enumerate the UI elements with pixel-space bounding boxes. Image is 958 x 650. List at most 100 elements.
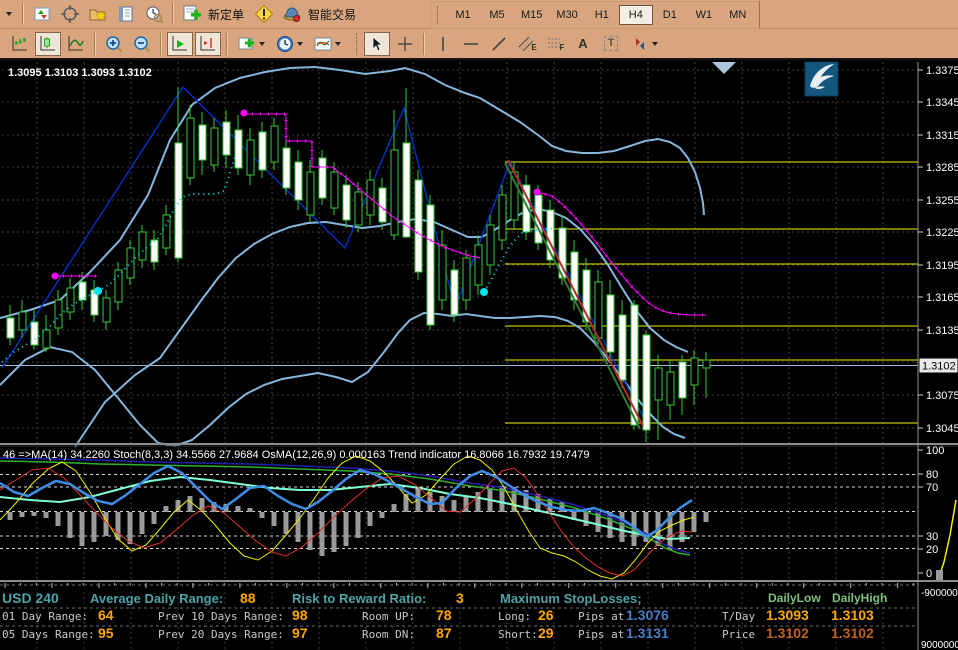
trailing-stop-dot	[534, 189, 541, 196]
price-axis-label: 1.3315	[926, 130, 958, 142]
osma-histogram-bar	[320, 512, 325, 556]
stats-scale-top-label: -9000000	[921, 588, 958, 599]
candle-body	[427, 205, 434, 325]
toolbar-overflow-dropdown-icon[interactable]	[1, 2, 17, 26]
oscillator-axis-label: 20	[926, 544, 938, 556]
expert-advisors-label[interactable]: 智能交易	[308, 6, 356, 23]
chart-canvas[interactable]: 1.33751.33451.33151.32851.32551.32251.31…	[0, 60, 958, 650]
candle-body	[211, 128, 218, 165]
timeframe-W1[interactable]: W1	[687, 5, 721, 25]
candle-body	[127, 248, 134, 278]
candle-body	[175, 143, 182, 258]
candle-body	[691, 358, 698, 385]
auto-scroll-button[interactable]	[167, 32, 193, 56]
cursor-button[interactable]	[364, 32, 390, 56]
candle-body	[199, 125, 206, 160]
candlestick-chart-button[interactable]	[35, 32, 61, 56]
candle-body	[55, 300, 62, 328]
candle-body	[475, 245, 482, 285]
chart-shift-button[interactable]	[195, 32, 221, 56]
candle-body	[163, 215, 170, 248]
arrows-button[interactable]	[626, 32, 662, 56]
candle-body	[679, 362, 686, 398]
timeframe-M15[interactable]: M15	[514, 5, 549, 25]
current-price-label: 1.3102	[922, 361, 956, 373]
chart-toolbar: E F A T	[0, 29, 958, 60]
oscillator-axis-label: 80	[926, 469, 938, 481]
osma-histogram-bar	[620, 512, 625, 542]
new-order-label[interactable]: 新定单	[208, 6, 244, 23]
crosshair-button[interactable]	[392, 32, 418, 56]
trailing-stop-line	[244, 114, 480, 258]
crosshair-target-icon[interactable]	[57, 2, 83, 26]
mt4-window: 新定单 智能交易 M1M5M15M30H1H4D1W1MN	[0, 0, 958, 650]
history-search-icon[interactable]	[141, 2, 167, 26]
line-chart-button[interactable]	[63, 32, 89, 56]
templates-button[interactable]	[309, 32, 345, 56]
osma-histogram-bar	[188, 496, 193, 512]
candle-body	[331, 172, 338, 208]
osma-histogram-bar	[128, 512, 133, 544]
candle-body	[115, 270, 122, 302]
vertical-line-button[interactable]	[430, 32, 456, 56]
candle-body	[319, 158, 326, 198]
osma-histogram-bar	[308, 512, 313, 550]
toolbar-grip[interactable]	[356, 33, 360, 55]
candle-body	[439, 245, 446, 300]
osma-histogram-bar	[368, 512, 373, 526]
timeframe-M30[interactable]: M30	[549, 5, 584, 25]
price-axis-label: 1.3045	[926, 423, 958, 435]
candle-body	[259, 132, 266, 170]
candle-body	[223, 122, 230, 155]
candle-body	[187, 118, 194, 178]
candle-body	[619, 315, 626, 380]
candle-body	[391, 150, 398, 235]
timeframe-H4[interactable]: H4	[619, 5, 653, 25]
text-label-button[interactable]: T	[598, 32, 624, 56]
indicators-button[interactable]	[233, 32, 269, 56]
indicator-values-label: 46 =>MA(14) 34.2260 Stoch(8,3,3) 34.5566…	[3, 449, 589, 461]
favorites-folder-icon[interactable]	[85, 2, 111, 26]
timeframe-MN[interactable]: MN	[721, 5, 755, 25]
osma-histogram-bar	[8, 512, 13, 520]
osma-histogram-bar	[392, 504, 397, 512]
candle-body	[655, 368, 662, 400]
alert-icon[interactable]	[251, 2, 277, 26]
main-toolbar: 新定单 智能交易 M1M5M15M30H1H4D1W1MN	[0, 0, 958, 29]
osma-histogram-bar	[80, 512, 85, 546]
market-watch-icon[interactable]	[29, 2, 55, 26]
fibonacci-button[interactable]: F	[542, 32, 568, 56]
oscillator-axis-label: 30	[926, 531, 938, 543]
candle-body	[463, 258, 470, 300]
zoom-in-button[interactable]	[101, 32, 127, 56]
new-order-icon[interactable]	[179, 2, 205, 26]
bar-chart-button[interactable]	[7, 32, 33, 56]
horizontal-line-button[interactable]	[458, 32, 484, 56]
oscillator-axis-label: 70	[926, 482, 938, 494]
timeframe-M1[interactable]: M1	[446, 5, 480, 25]
trailing-stop-dot	[241, 110, 248, 117]
candle-body	[7, 318, 14, 338]
journal-icon[interactable]	[113, 2, 139, 26]
periods-button[interactable]	[271, 32, 307, 56]
chart-area[interactable]: 1.33751.33451.33151.32851.32551.32251.31…	[0, 60, 958, 650]
timeframe-H1[interactable]: H1	[585, 5, 619, 25]
candle-body	[235, 130, 242, 168]
trendline-button[interactable]	[486, 32, 512, 56]
candle-body	[499, 195, 506, 240]
timeframes-toolbar: M1M5M15M30H1H4D1W1MN	[430, 1, 760, 29]
equidistant-channel-button[interactable]: E	[514, 32, 540, 56]
candle-body	[355, 192, 362, 225]
zoom-out-button[interactable]	[129, 32, 155, 56]
osma-histogram-bar	[692, 512, 697, 532]
text-button[interactable]: A	[570, 32, 596, 56]
expert-advisor-icon[interactable]	[279, 2, 305, 26]
candle-body	[643, 335, 650, 430]
timeframe-M5[interactable]: M5	[480, 5, 514, 25]
trendline-green	[505, 163, 640, 429]
trailing-stop-dot	[52, 273, 59, 280]
trailing-stop-dots	[244, 114, 480, 258]
timeframe-D1[interactable]: D1	[653, 5, 687, 25]
separator	[423, 33, 425, 55]
osma-histogram-bar	[272, 512, 277, 526]
